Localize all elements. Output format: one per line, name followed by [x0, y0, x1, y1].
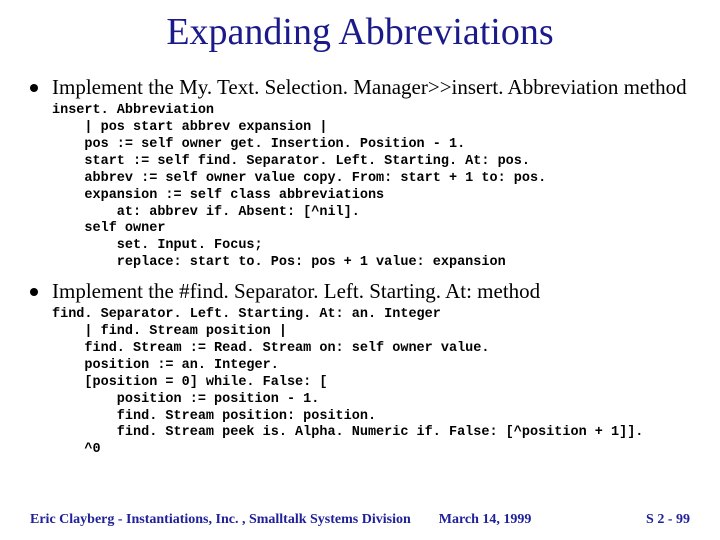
- code-block: find. Separator. Left. Starting. At: an.…: [52, 307, 690, 459]
- bullet-icon: [30, 84, 38, 92]
- code-block: insert. Abbreviation | pos start abbrev …: [52, 103, 690, 272]
- footer-date: March 14, 1999: [439, 512, 532, 528]
- bullet-text: Implement the #find. Separator. Left. St…: [52, 278, 540, 305]
- bullet-item: Implement the My. Text. Selection. Manag…: [30, 74, 690, 101]
- footer-author: Eric Clayberg - Instantiations, Inc. , S…: [30, 512, 411, 528]
- bullet-item: Implement the #find. Separator. Left. St…: [30, 278, 690, 305]
- bullet-text: Implement the My. Text. Selection. Manag…: [52, 74, 687, 101]
- slide: Expanding Abbreviations Implement the My…: [0, 0, 720, 540]
- page-title: Expanding Abbreviations: [30, 10, 690, 54]
- footer-page: S 2 - 99: [646, 512, 690, 528]
- footer: Eric Clayberg - Instantiations, Inc. , S…: [30, 512, 690, 528]
- bullet-icon: [30, 288, 38, 296]
